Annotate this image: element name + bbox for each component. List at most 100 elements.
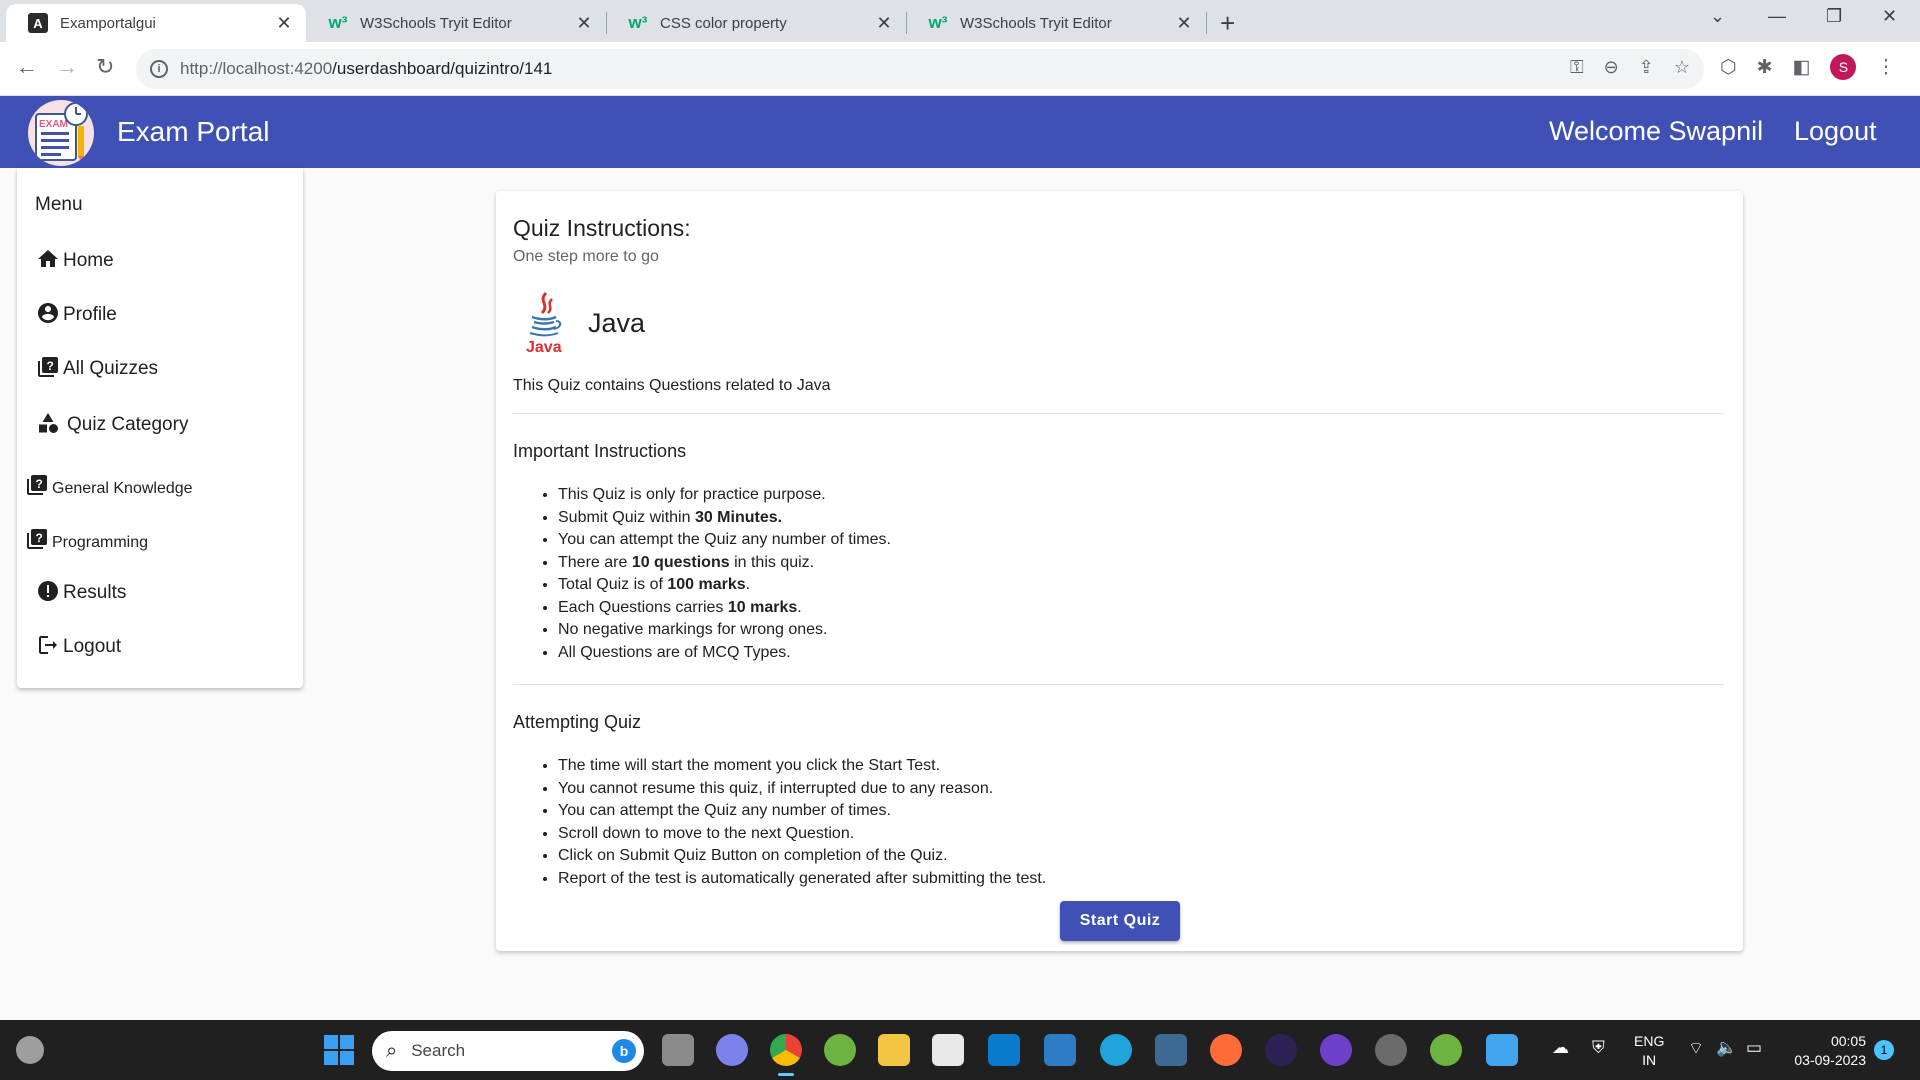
attempting-quiz-title: Attempting Quiz [513, 712, 642, 732]
vscode-icon[interactable] [988, 1034, 1020, 1066]
security-icon[interactable]: ⛨ [1592, 1038, 1605, 1058]
weather-icon[interactable] [16, 1036, 44, 1064]
key-icon[interactable]: ⚿ [1570, 57, 1584, 78]
header-logout-button[interactable]: Logout [1794, 116, 1877, 147]
back-icon[interactable]: ← [16, 54, 38, 80]
list-item: Scroll down to move to the next Question… [558, 823, 1046, 846]
list-item: You can attempt the Quiz any number of t… [558, 529, 891, 552]
sidebar-item-profile[interactable]: Profile [35, 300, 117, 326]
browser-tab-css-color[interactable]: w³ CSS color property ✕ [606, 4, 906, 42]
sidebar-item-programming[interactable]: ? Programming [24, 526, 148, 552]
spring-tool-suite-icon[interactable] [1430, 1034, 1462, 1066]
edge-icon[interactable] [1100, 1034, 1132, 1066]
extension-cube-icon[interactable]: ⬡ [1720, 56, 1737, 79]
w3schools-icon: w³ [928, 13, 948, 32]
sidebar-item-label: Programming [52, 534, 149, 551]
browser-tab-w3schools-1[interactable]: w³ W3Schools Tryit Editor ✕ [306, 4, 606, 42]
sidebar-item-results[interactable]: Results [35, 578, 126, 604]
list-item: The time will start the moment you click… [558, 755, 1046, 778]
mysql-workbench-icon[interactable] [1044, 1034, 1076, 1066]
new-tab-button[interactable]: + [1220, 8, 1235, 39]
volume-icon[interactable]: 🔈 [1716, 1038, 1737, 1058]
sidebar-item-home[interactable]: Home [35, 246, 114, 272]
app-title[interactable]: Exam Portal [117, 116, 270, 148]
url-text: http://localhost:4200/userdashboard/quiz… [180, 59, 553, 78]
list-item: There are 10 questions in this quiz. [558, 552, 891, 575]
more-menu-icon[interactable]: ⋮ [1876, 56, 1895, 79]
forward-icon[interactable]: → [56, 54, 78, 80]
tab-title: W3Schools Tryit Editor [960, 14, 1112, 32]
quiz-instructions-card: Quiz Instructions: One step more to go J… [496, 191, 1743, 951]
sidebar-item-quiz-category[interactable]: Quiz Category [35, 410, 188, 436]
card-subtitle: One step more to go [513, 248, 659, 265]
list-item: Click on Submit Quiz Button on completio… [558, 845, 1046, 868]
list-item: This Quiz is only for practice purpose. [558, 484, 891, 507]
microsoft-store-icon[interactable] [932, 1034, 964, 1066]
side-panel-icon[interactable]: ◧ [1793, 56, 1811, 79]
language-indicator[interactable]: ENG IN [1634, 1032, 1664, 1070]
spring-tool-icon[interactable] [824, 1034, 856, 1066]
divider [513, 413, 1724, 414]
notepad-icon[interactable] [1486, 1034, 1518, 1066]
github-desktop-icon[interactable] [1320, 1034, 1352, 1066]
sidebar-item-logout[interactable]: Logout [35, 632, 121, 658]
task-view-icon[interactable] [662, 1034, 694, 1066]
sidebar-item-general-knowledge[interactable]: ? General Knowledge [24, 472, 193, 498]
sidebar: Menu Home Profile ? All Quizzes Quiz Cat… [17, 168, 303, 688]
windows-taskbar: ⌕ Search b ☁ ⛨ ENG IN ⌔ 🔈 ▭ 00:05 03-09-… [0, 1020, 1920, 1080]
bookmark-star-icon[interactable]: ☆ [1674, 57, 1690, 78]
menu-title: Menu [35, 194, 83, 215]
battery-icon[interactable]: ▭ [1746, 1038, 1762, 1058]
address-bar[interactable]: i http://localhost:4200/userdashboard/qu… [136, 49, 1704, 89]
file-explorer-icon[interactable] [878, 1034, 910, 1066]
reload-icon[interactable]: ↻ [96, 54, 114, 80]
category-icon [35, 410, 61, 436]
svg-text:Java: Java [526, 339, 562, 355]
important-instructions-title: Important Instructions [513, 441, 687, 461]
tab-search-icon[interactable]: ⌄ [1710, 6, 1725, 27]
search-placeholder: Search [411, 1041, 466, 1060]
list-item: Report of the test is automatically gene… [558, 868, 1046, 891]
restore-button[interactable]: ❐ [1826, 6, 1842, 27]
browser-tab-bar: A Examportalgui ✕ w³ W3Schools Tryit Edi… [0, 0, 1920, 42]
site-info-icon[interactable]: i [150, 60, 168, 78]
sidebar-item-all-quizzes[interactable]: ? All Quizzes [35, 354, 158, 380]
welcome-user[interactable]: Welcome Swapnil [1549, 116, 1763, 147]
chrome-icon[interactable] [770, 1034, 802, 1076]
bing-icon[interactable]: b [612, 1039, 636, 1063]
tab-title: CSS color property [660, 14, 787, 32]
minimize-button[interactable]: — [1768, 6, 1786, 27]
mysql-icon[interactable] [1155, 1034, 1187, 1066]
wifi-icon[interactable]: ⌔ [1688, 1038, 1704, 1059]
close-icon[interactable]: ✕ [874, 13, 894, 34]
extensions-puzzle-icon[interactable]: ✱ [1757, 56, 1773, 79]
zoom-icon[interactable]: ⊖ [1604, 57, 1619, 78]
close-icon[interactable]: ✕ [574, 13, 594, 34]
important-instructions-list: This Quiz is only for practice purpose. … [558, 484, 891, 664]
close-icon[interactable]: ✕ [1174, 13, 1194, 34]
taskbar-search-box[interactable]: ⌕ Search b [372, 1031, 644, 1071]
eclipse-icon[interactable] [1265, 1034, 1297, 1066]
quiz-icon: ? [24, 472, 50, 498]
taskbar-clock[interactable]: 00:05 03-09-2023 [1786, 1032, 1866, 1070]
home-icon [35, 246, 61, 272]
sidebar-item-label: Home [63, 250, 114, 271]
browser-tab-examportalgui[interactable]: A Examportalgui ✕ [6, 4, 306, 42]
notification-badge[interactable]: 1 [1874, 1040, 1894, 1060]
quiz-description: This Quiz contains Questions related to … [513, 377, 831, 394]
teams-chat-icon[interactable] [716, 1034, 748, 1066]
onedrive-icon[interactable]: ☁ [1552, 1038, 1569, 1058]
close-icon[interactable]: ✕ [274, 13, 294, 34]
windows-start-button[interactable] [324, 1035, 354, 1065]
close-window-button[interactable]: ✕ [1882, 6, 1897, 27]
profile-avatar[interactable]: S [1830, 54, 1857, 80]
tab-title: W3Schools Tryit Editor [360, 14, 512, 32]
share-icon[interactable]: ⇪ [1639, 57, 1654, 78]
settings-gear-icon[interactable] [1375, 1034, 1407, 1066]
postman-icon[interactable] [1210, 1034, 1242, 1066]
list-item: Each Questions carries 10 marks. [558, 597, 891, 620]
browser-tab-w3schools-2[interactable]: w³ W3Schools Tryit Editor ✕ [906, 4, 1206, 42]
start-quiz-button[interactable]: Start Quiz [1060, 901, 1180, 941]
quiz-icon: ? [35, 354, 61, 380]
list-item: No negative markings for wrong ones. [558, 619, 891, 642]
